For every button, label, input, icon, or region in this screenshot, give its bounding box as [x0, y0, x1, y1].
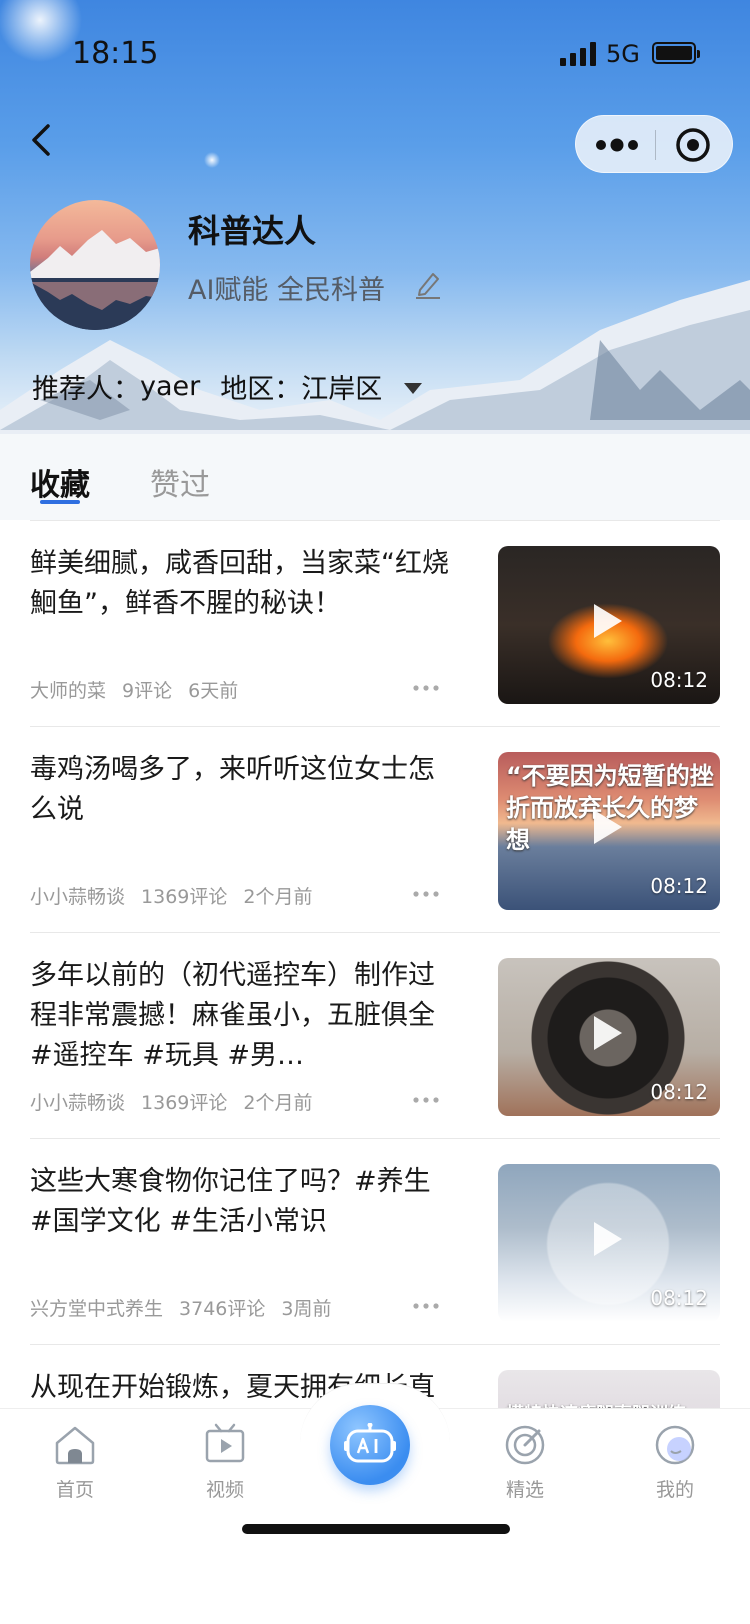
- caret-down-icon[interactable]: [404, 382, 423, 394]
- video-thumbnail[interactable]: “不要因为短暂的挫折而放弃长久的梦想 08:12: [498, 752, 720, 910]
- tab-liked[interactable]: 赞过: [150, 460, 210, 504]
- miniprogram-capsule: [575, 115, 733, 173]
- more-dots-icon[interactable]: [594, 134, 640, 156]
- item-time: 2个月前: [243, 1092, 313, 1114]
- tab-favorites[interactable]: 收藏: [30, 460, 90, 504]
- tab-label-home: 首页: [55, 1479, 94, 1501]
- item-title[interactable]: 鲜美细腻，咸香回甜，当家菜“红烧鮰鱼”，鲜香不腥的秘诀！: [30, 544, 450, 624]
- item-time: 6天前: [188, 680, 239, 702]
- item-meta: 大师的菜 9评论 6天前: [30, 676, 254, 703]
- list-item[interactable]: 鲜美细腻，咸香回甜，当家菜“红烧鮰鱼”，鲜香不腥的秘诀！ 大师的菜 9评论 6天…: [0, 520, 750, 726]
- item-meta: 小小蒜畅谈 1369评论 2个月前: [30, 1088, 328, 1115]
- profile-icon: [655, 1425, 695, 1465]
- ai-assistant-button[interactable]: [330, 1405, 410, 1485]
- item-comments: 3746评论: [179, 1298, 266, 1320]
- item-comments: 1369评论: [141, 886, 228, 908]
- item-comments: 1369评论: [141, 1092, 228, 1114]
- ai-robot-icon: [344, 1423, 396, 1463]
- home-icon: [55, 1426, 95, 1465]
- radar-icon: [505, 1425, 545, 1465]
- home-indicator[interactable]: [242, 1524, 510, 1534]
- video-duration: 08:12: [650, 1286, 708, 1310]
- region-value[interactable]: 江岸区: [301, 367, 382, 406]
- more-dots-icon[interactable]: [412, 890, 440, 898]
- signal-icon: [560, 42, 596, 66]
- item-time: 2个月前: [243, 886, 313, 908]
- more-dots-icon[interactable]: [412, 684, 440, 692]
- video-duration: 08:12: [650, 668, 708, 692]
- battery-icon: [652, 42, 700, 64]
- item-meta: 兴方堂中式养生 3746评论 3周前: [30, 1294, 347, 1321]
- tab-label-mine: 我的: [655, 1479, 694, 1501]
- item-author: 兴方堂中式养生: [30, 1298, 164, 1320]
- profile-name: 科普达人: [188, 212, 317, 250]
- tab-video[interactable]: 视频: [170, 1421, 280, 1502]
- list-item[interactable]: 毒鸡汤喝多了，来听听这位女士怎么说 小小蒜畅谈 1369评论 2个月前 “不要因…: [0, 726, 750, 932]
- video-icon: [205, 1423, 245, 1463]
- list-item[interactable]: 多年以前的（初代遥控车）制作过程非常震撼！麻雀虽小，五脏俱全 #遥控车 #玩具 …: [0, 932, 750, 1138]
- tab-mine[interactable]: 我的: [620, 1421, 730, 1502]
- play-icon[interactable]: [594, 1016, 622, 1050]
- tab-featured[interactable]: 精选: [470, 1421, 580, 1502]
- edit-icon[interactable]: [414, 270, 442, 300]
- network-label: 5G: [606, 40, 640, 68]
- referrer-value: yaer: [140, 371, 201, 402]
- close-target-icon[interactable]: [675, 127, 711, 163]
- item-title[interactable]: 多年以前的（初代遥控车）制作过程非常震撼！麻雀虽小，五脏俱全 #遥控车 #玩具 …: [30, 956, 450, 1076]
- play-icon[interactable]: [594, 1222, 622, 1256]
- video-thumbnail[interactable]: 08:12: [498, 958, 720, 1116]
- item-meta: 小小蒜畅谈 1369评论 2个月前: [30, 882, 328, 909]
- back-arrow-icon[interactable]: [26, 120, 56, 160]
- avatar[interactable]: [30, 200, 160, 330]
- list-item[interactable]: 这些大寒食物你记住了吗？#养生 #国学文化 #生活小常识 兴方堂中式养生 374…: [0, 1138, 750, 1344]
- video-thumbnail[interactable]: 08:12: [498, 546, 720, 704]
- bottom-tab-bar: 首页 视频 精选 我的: [0, 1383, 750, 1624]
- tab-label-featured: 精选: [505, 1479, 544, 1501]
- more-dots-icon[interactable]: [412, 1096, 440, 1104]
- active-tab-indicator: [40, 500, 80, 504]
- region-label: 地区：: [220, 374, 302, 405]
- item-title[interactable]: 毒鸡汤喝多了，来听听这位女士怎么说: [30, 750, 450, 830]
- referrer-region-row: 推荐人： yaer 地区： 江岸区: [32, 367, 423, 406]
- item-time: 3周前: [281, 1298, 332, 1320]
- item-comments: 9评论: [122, 680, 173, 702]
- tab-label-video: 视频: [205, 1479, 244, 1501]
- video-thumbnail[interactable]: 08:12: [498, 1164, 720, 1322]
- more-dots-icon[interactable]: [412, 1302, 440, 1310]
- tab-home[interactable]: 首页: [20, 1421, 130, 1502]
- item-author: 大师的菜: [30, 680, 107, 702]
- profile-slogan: AI赋能 全民科普: [188, 275, 386, 306]
- play-icon[interactable]: [594, 810, 622, 844]
- video-duration: 08:12: [650, 1080, 708, 1104]
- status-time: 18:15: [72, 36, 159, 71]
- item-title[interactable]: 这些大寒食物你记住了吗？#养生 #国学文化 #生活小常识: [30, 1162, 450, 1242]
- status-bar: 18:15 5G: [0, 0, 750, 100]
- referrer-label: 推荐人：: [32, 374, 140, 405]
- play-icon[interactable]: [594, 604, 622, 638]
- video-duration: 08:12: [650, 874, 708, 898]
- item-author: 小小蒜畅谈: [30, 1092, 126, 1114]
- item-author: 小小蒜畅谈: [30, 886, 126, 908]
- content-tabs: 收藏 赞过: [0, 434, 750, 520]
